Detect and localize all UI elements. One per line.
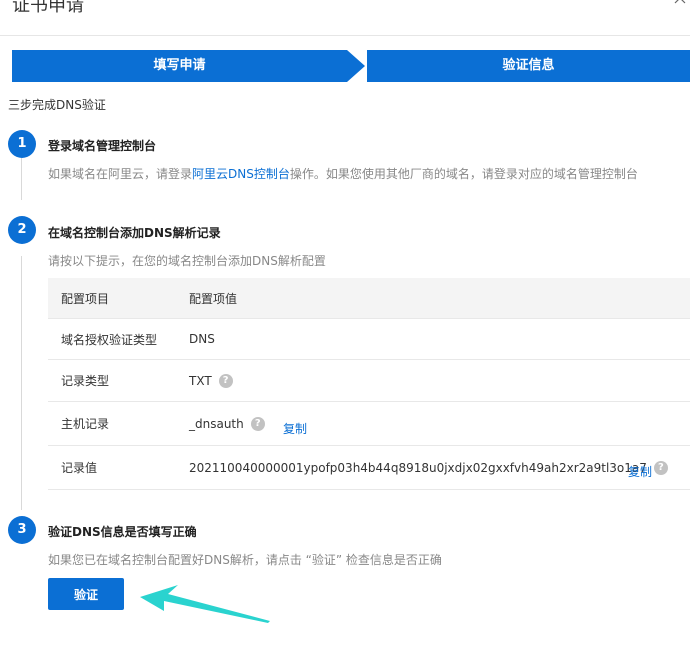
table-row: 记录值 202110040000001ypofp03h4b44q8918u0jx… [48, 446, 690, 490]
close-icon[interactable] [672, 0, 688, 6]
table-header-key: 配置项目 [61, 291, 110, 306]
intro-text: 三步完成DNS验证 [8, 98, 106, 112]
table-header-value: 配置项值 [189, 291, 238, 306]
verify-button[interactable]: 验证 [48, 578, 124, 610]
step-2-title: 在域名控制台添加DNS解析记录 [48, 226, 221, 240]
help-icon[interactable]: ? [218, 373, 233, 388]
table-row: 域名授权验证类型 DNS [48, 319, 690, 360]
step-fill-application: 填写申请 [12, 50, 347, 82]
aliyun-dns-console-link[interactable]: 阿里云DNS控制台 [192, 167, 290, 181]
table-cell-value: _dnsauth ? [189, 416, 265, 431]
table-cell-value: TXT ? [189, 373, 233, 388]
table-cell-key: 记录类型 [61, 374, 110, 388]
help-icon[interactable]: ? [250, 416, 265, 431]
step-chevron-icon [345, 50, 365, 82]
help-icon[interactable]: ? [653, 460, 668, 475]
timeline-connector [21, 158, 22, 200]
step-progress: 填写申请 验证信息 [12, 50, 690, 82]
arrow-icon [140, 585, 270, 623]
step-badge-3: 3 [8, 516, 36, 544]
dialog-title: 证书申请 [12, 0, 84, 16]
copy-record-value-button[interactable]: 复制 [628, 463, 652, 480]
table-cell-value: 202110040000001ypofp03h4b44q8918u0jxdjx0… [189, 460, 668, 475]
header-divider [0, 35, 690, 36]
table-row: 主机记录 _dnsauth ? 复制 [48, 402, 690, 446]
table-cell-key: 主机记录 [61, 417, 110, 431]
table-cell-key: 域名授权验证类型 [61, 332, 158, 347]
table-cell-value: DNS [189, 332, 215, 346]
dns-config-table: 配置项目 配置项值 域名授权验证类型 DNS 记录类型 TXT ? 主机记录 _… [48, 278, 690, 490]
step-3-title: 验证DNS信息是否填写正确 [48, 525, 197, 539]
step-3-description: 如果您已在域名控制台配置好DNS解析，请点击 “验证” 检查信息是否正确 [48, 553, 442, 567]
step-1-title: 登录域名管理控制台 [48, 139, 157, 153]
step-fill-application-label: 填写申请 [153, 58, 206, 73]
copy-host-record-button[interactable]: 复制 [283, 420, 307, 437]
step-badge-1: 1 [8, 130, 36, 158]
step-badge-2: 2 [8, 216, 36, 244]
step-1-description: 如果域名在阿里云，请登录阿里云DNS控制台操作。如果您使用其他厂商的域名，请登录… [48, 167, 638, 181]
table-cell-key: 记录值 [61, 461, 98, 475]
timeline-connector [21, 256, 22, 510]
table-header-row: 配置项目 配置项值 [48, 278, 690, 319]
step-verify-info-label: 验证信息 [502, 58, 555, 73]
table-row: 记录类型 TXT ? [48, 360, 690, 402]
step-2-description: 请按以下提示，在您的域名控制台添加DNS解析配置 [48, 254, 326, 268]
step-verify-info: 验证信息 [367, 50, 690, 82]
